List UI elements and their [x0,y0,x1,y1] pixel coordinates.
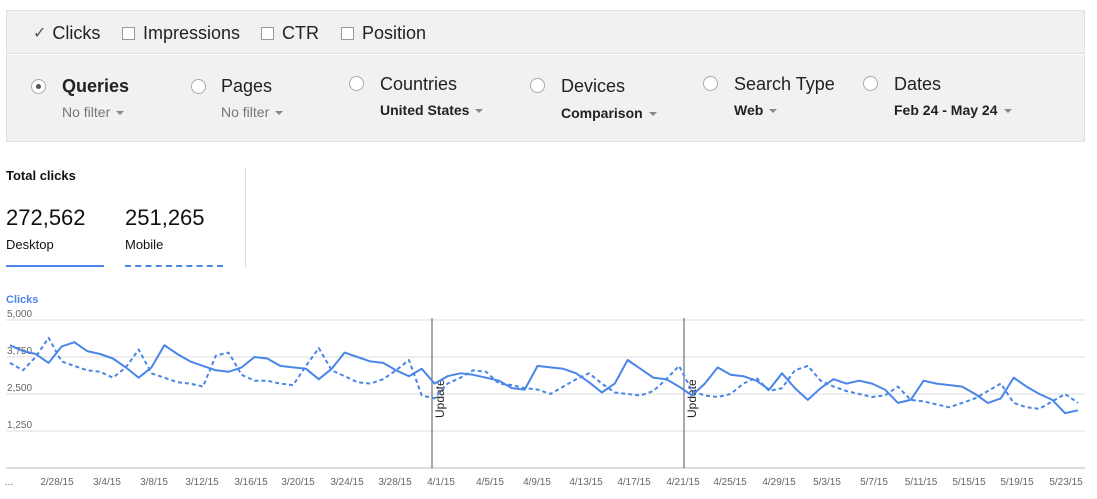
chevron-down-icon [1003,109,1012,114]
filter-value: No filter [62,104,111,120]
x-tick-label: 4/21/15 [666,477,700,488]
radio-button[interactable] [703,76,718,91]
filter-dropdown[interactable]: No filter [221,104,284,120]
x-tick-label: 5/23/15 [1049,477,1083,488]
x-tick-label: 5/3/15 [813,477,841,488]
radio-button[interactable] [191,79,206,94]
filter-dropdown[interactable]: Web [734,102,778,118]
filter-dropdown[interactable]: Feb 24 - May 24 [894,102,1012,118]
metric-label: Position [362,22,427,43]
desktop-clicks-value: 272,562 [6,205,86,230]
x-tick-label: 4/9/15 [523,477,551,488]
checkbox[interactable] [341,26,354,40]
y-tick-label: 5,000 [7,310,32,320]
check-icon: ✓ [33,25,47,42]
stats-divider [245,168,246,268]
desktop-series-line [9,341,1079,415]
x-tick-label: 3/24/15 [330,477,364,488]
filter-bar: Queries No filter Pages No filter Countr… [6,55,1085,142]
x-tick-label: 3/16/15 [234,477,268,488]
filter-dropdown[interactable]: United States [380,102,484,118]
annotation-label: Update [685,379,699,418]
filter-value: Web [734,102,764,118]
metric-position-toggle[interactable]: Position [341,11,426,55]
checkbox[interactable] [261,26,274,40]
x-tick-label: 3/28/15 [378,477,412,488]
mobile-clicks-value: 251,265 [125,205,205,230]
x-tick-label: 4/25/15 [713,477,747,488]
metric-ctr-toggle[interactable]: CTR [261,11,319,55]
filter-title: Pages [221,76,273,96]
filter-title: Dates [894,74,942,94]
y-tick-label: 2,500 [7,383,32,394]
x-tick-label: 4/5/15 [476,477,504,488]
chevron-down-icon [648,112,657,117]
chevron-down-icon [769,109,778,114]
chevron-down-icon [275,111,284,116]
x-tick-label: 3/8/15 [140,477,168,488]
chevron-down-icon [475,109,484,114]
x-tick-label: 3/20/15 [281,477,315,488]
x-tick-label: ... [5,477,13,488]
filter-dropdown[interactable]: Comparison [561,105,657,121]
filter-title: Devices [561,76,626,96]
metric-selector-bar: ✓ Clicks Impressions CTR Position [6,10,1085,54]
metric-impressions-toggle[interactable]: Impressions [122,11,240,55]
x-tick-label: 5/7/15 [860,477,888,488]
desktop-label: Desktop [6,237,54,252]
metric-clicks-toggle[interactable]: ✓ Clicks [33,11,100,55]
desktop-legend-line [6,265,104,267]
radio-button-selected[interactable] [31,79,46,94]
filter-title: Queries [62,76,130,96]
x-tick-label: 2/28/15 [40,477,74,488]
chevron-down-icon [116,111,125,116]
checkbox[interactable] [122,26,135,40]
filter-title: Search Type [734,74,835,94]
x-tick-label: 5/11/15 [905,477,938,488]
metric-label: CTR [282,22,319,43]
x-tick-label: 4/17/15 [617,477,651,488]
filter-value: No filter [221,104,270,120]
mobile-label: Mobile [125,237,164,252]
filter-value: Comparison [561,105,643,121]
x-tick-label: 4/13/15 [569,477,603,488]
x-tick-label: 5/19/15 [1000,477,1034,488]
filter-dropdown[interactable]: No filter [62,104,125,120]
chart-title: Clicks [6,294,39,306]
radio-button[interactable] [349,76,364,91]
metric-label: Impressions [143,22,241,43]
filter-value: United States [380,102,470,118]
x-tick-label: 4/29/15 [762,477,796,488]
y-tick-label: 1,250 [7,420,32,431]
x-tick-label: 4/1/15 [427,477,455,488]
filter-title: Countries [380,74,458,94]
total-clicks-title: Total clicks [6,168,76,183]
filter-value: Feb 24 - May 24 [894,102,998,118]
metric-label: Clicks [52,22,101,43]
mobile-legend-line [125,265,223,267]
radio-button[interactable] [530,78,545,93]
radio-button[interactable] [863,76,878,91]
x-tick-label: 3/12/15 [185,477,219,488]
clicks-line-chart: 5,0003,7502,5001,250... 2/28/15 3/4/15 3/8/… [5,310,1085,488]
x-tick-label: 3/4/15 [93,477,121,488]
x-tick-label: 5/15/15 [952,477,986,488]
